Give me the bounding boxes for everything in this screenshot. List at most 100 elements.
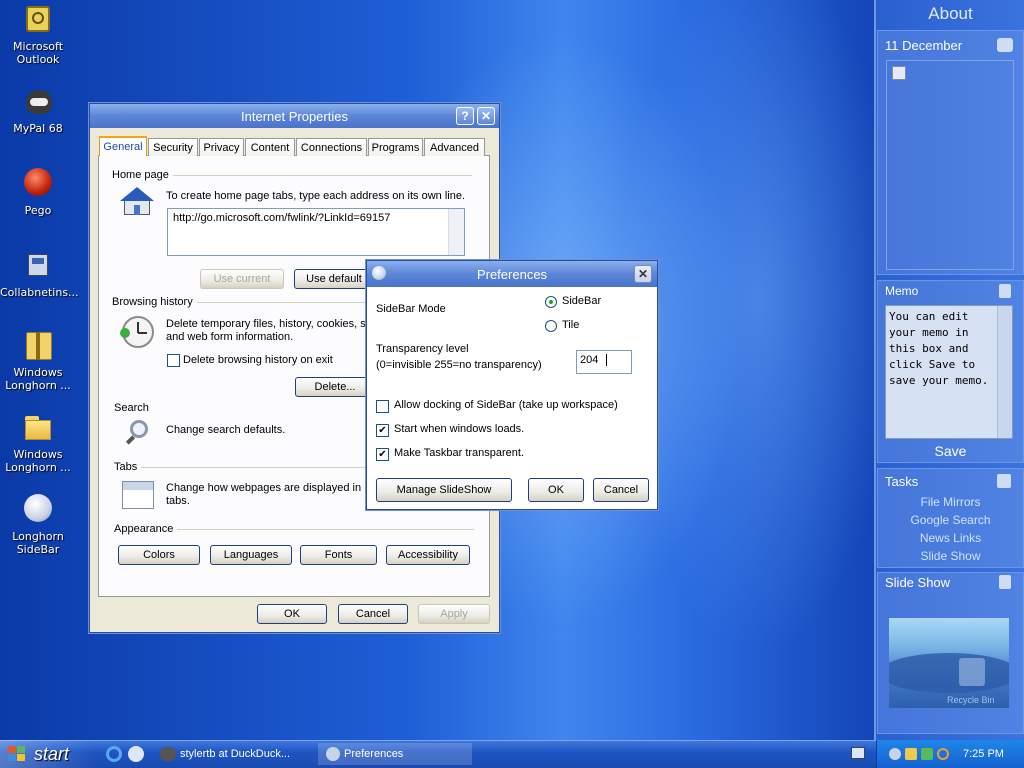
colors-button[interactable]: Colors xyxy=(118,545,200,565)
tab-general[interactable]: General xyxy=(99,136,147,156)
memo-textarea[interactable]: You can edit your memo in this box and c… xyxy=(885,305,1013,439)
browsing-history-description: Delete temporary files, history, cookies… xyxy=(166,318,366,330)
sidebar-mode-option-label: SideBar xyxy=(562,295,602,307)
allow-docking-checkbox[interactable] xyxy=(376,400,389,413)
home-page-group: Home page xyxy=(112,169,472,181)
memo-text: You can edit your memo in this box and c… xyxy=(889,310,989,387)
tabs-description-2: tabs. xyxy=(166,495,190,507)
search-tray-icon[interactable] xyxy=(937,748,949,760)
desktop-icon-longhorn-1[interactable]: Windows Longhorn ... xyxy=(0,330,76,392)
textarea-scrollbar[interactable] xyxy=(448,209,464,255)
home-icon xyxy=(120,187,154,217)
close-button[interactable]: ✕ xyxy=(634,265,652,283)
desktop-icon-label: Pego xyxy=(24,204,52,217)
collabnet-icon xyxy=(22,250,54,282)
tabs-description: Change how webpages are displayed in xyxy=(166,482,362,494)
fonts-button[interactable]: Fonts xyxy=(300,545,377,565)
desktop-icon-pego[interactable]: Pego xyxy=(0,168,76,217)
ie-quicklaunch-icon[interactable] xyxy=(106,746,122,762)
taskbar-transparent-checkbox[interactable]: ✔ xyxy=(376,448,389,461)
recycle-bin-icon xyxy=(959,658,985,686)
text-cursor-icon xyxy=(606,354,608,367)
memo-save-button[interactable]: Save xyxy=(877,443,1024,459)
transparency-hint: (0=invisible 255=no transparency) xyxy=(376,359,542,371)
tile-mode-radio[interactable] xyxy=(545,320,557,332)
home-page-textarea[interactable]: http://go.microsoft.com/fwlink/?LinkId=6… xyxy=(167,208,465,256)
folder-icon xyxy=(22,412,54,444)
tab-security[interactable]: Security xyxy=(148,138,198,156)
tabs-icon xyxy=(122,481,154,509)
apply-button[interactable]: Apply xyxy=(418,604,490,624)
desktop-icon-mypal[interactable]: MyPal 68 xyxy=(0,86,76,135)
taskbar-item-browser[interactable]: stylertb at DuckDuck... xyxy=(160,743,310,765)
home-page-url: http://go.microsoft.com/fwlink/?LinkId=6… xyxy=(173,212,391,224)
help-button[interactable]: ? xyxy=(456,107,474,125)
start-button[interactable]: start xyxy=(0,740,96,768)
start-windows-checkbox[interactable]: ✔ xyxy=(376,424,389,437)
desktop-icon-label: Longhorn SideBar xyxy=(12,530,64,556)
tab-content[interactable]: Content xyxy=(245,138,295,156)
taskbar xyxy=(0,740,1024,768)
mypal-icon xyxy=(22,86,54,118)
clock[interactable]: 7:25 PM xyxy=(963,748,1004,760)
use-default-button[interactable]: Use default xyxy=(294,269,374,289)
tile-mode-option-label: Tile xyxy=(562,319,580,331)
outlook-icon xyxy=(22,4,54,36)
tab-connections[interactable]: Connections xyxy=(296,138,367,156)
installer-icon xyxy=(22,330,54,362)
start-windows-label: Start when windows loads. xyxy=(394,423,525,435)
memo-scrollbar[interactable] xyxy=(997,306,1012,438)
desktop-icon-outlook[interactable]: Microsoft Outlook xyxy=(0,4,76,66)
tab-programs[interactable]: Programs xyxy=(368,138,423,156)
task-slide-show[interactable]: Slide Show xyxy=(877,549,1024,563)
cancel-button[interactable]: Cancel xyxy=(338,604,408,624)
shield-icon[interactable] xyxy=(905,748,917,760)
network-icon[interactable] xyxy=(921,748,933,760)
desktop-icon-label: MyPal 68 xyxy=(13,122,63,135)
cancel-button[interactable]: Cancel xyxy=(593,478,649,502)
task-file-mirrors[interactable]: File Mirrors xyxy=(877,495,1024,509)
title-bar[interactable]: Preferences ✕ xyxy=(367,261,657,287)
manage-slideshow-button[interactable]: Manage SlideShow xyxy=(376,478,512,502)
ok-button[interactable]: OK xyxy=(528,478,584,502)
taskbar-item-preferences[interactable]: Preferences xyxy=(318,743,472,765)
home-page-description: To create home page tabs, type each addr… xyxy=(166,190,466,202)
delete-button[interactable]: Delete... xyxy=(295,377,375,397)
tab-privacy[interactable]: Privacy xyxy=(199,138,244,156)
start-label: start xyxy=(34,743,70,764)
taskbar-item-label: Preferences xyxy=(344,748,404,760)
firefox-quicklaunch-icon[interactable] xyxy=(128,746,144,762)
accessibility-button[interactable]: Accessibility xyxy=(386,545,470,565)
languages-button[interactable]: Languages xyxy=(210,545,292,565)
desktop-icon-sidebar[interactable]: Longhorn SideBar xyxy=(0,494,76,556)
delete-on-exit-label: Delete browsing history on exit xyxy=(183,354,333,366)
sidebar-tray-icon[interactable] xyxy=(889,748,901,760)
tasks-icon[interactable] xyxy=(997,474,1011,488)
task-google-search[interactable]: Google Search xyxy=(877,513,1024,527)
tab-advanced[interactable]: Advanced xyxy=(424,138,485,156)
delete-on-exit-checkbox[interactable] xyxy=(167,354,180,367)
calendar-box xyxy=(886,60,1014,270)
close-button[interactable]: ✕ xyxy=(477,107,495,125)
slideshow-icon[interactable] xyxy=(999,575,1011,589)
desktop-icon-collabnet[interactable]: Collabnetins... xyxy=(0,250,79,299)
transparency-input[interactable]: 204 xyxy=(576,350,632,374)
memo-icon[interactable] xyxy=(999,284,1011,298)
use-current-button[interactable]: Use current xyxy=(200,269,284,289)
keyboard-icon[interactable] xyxy=(851,747,865,759)
calendar-icon[interactable] xyxy=(997,38,1013,52)
slideshow-image[interactable]: Recycle Bin xyxy=(889,618,1009,708)
desktop-icon-longhorn-2[interactable]: Windows Longhorn ... xyxy=(0,412,76,474)
sidebar-mode-radio[interactable] xyxy=(545,296,557,308)
group-label: Browsing history xyxy=(112,296,193,308)
system-tray: 7:25 PM xyxy=(876,740,1024,768)
allow-docking-label: Allow docking of SideBar (take up worksp… xyxy=(394,399,618,411)
title-bar[interactable]: Internet Properties ? ✕ xyxy=(90,104,499,128)
calendar-image-icon xyxy=(892,66,906,80)
sidebar-about[interactable]: About xyxy=(877,4,1024,24)
app-icon xyxy=(372,266,386,280)
desktop-icon-label: Collabnetins... xyxy=(0,286,79,299)
task-news-links[interactable]: News Links xyxy=(877,531,1024,545)
transparency-label: Transparency level xyxy=(376,343,469,355)
ok-button[interactable]: OK xyxy=(257,604,327,624)
